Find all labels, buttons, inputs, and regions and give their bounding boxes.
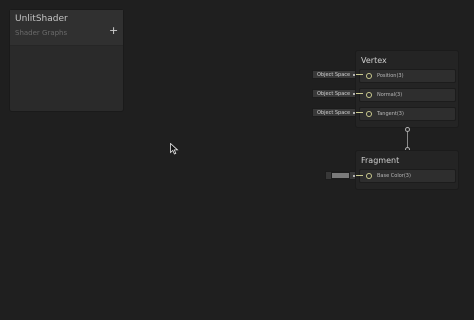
space-drawer-normal[interactable]: Object Space [312,89,356,98]
input-port-icon[interactable] [366,92,372,98]
blackboard-subtitle: Shader Graphs [15,29,68,37]
drawer-dot-icon [353,175,355,177]
drawer-dot-icon [353,112,355,114]
block-node-label: Base Color(3) [377,173,411,179]
drawer-wire [356,74,363,75]
drawer-wire [356,112,363,113]
space-drawer-label: Object Space [317,72,351,78]
block-node-label: Position(3) [377,73,404,79]
input-port-icon[interactable] [366,111,372,117]
input-port-icon[interactable] [366,173,372,179]
fragment-context-title: Fragment [361,156,400,165]
graph-canvas[interactable]: UnlitShader Shader Graphs + Vertex Posit… [0,0,474,320]
space-drawer-tangent[interactable]: Object Space [312,108,356,117]
vertex-output-port-icon[interactable] [405,127,410,132]
color-swatch[interactable] [331,172,350,179]
drawer-dot-icon [353,93,355,95]
mouse-cursor-icon [170,143,179,155]
block-node-normal[interactable]: Normal(3) [359,88,456,102]
space-drawer-label: Object Space [317,91,351,97]
block-node-label: Normal(3) [377,92,403,98]
add-property-button[interactable]: + [109,25,118,36]
blackboard-header: UnlitShader Shader Graphs + [10,10,123,46]
blackboard-title: UnlitShader [15,14,68,24]
drawer-wire [356,175,363,176]
block-node-base-color[interactable]: Base Color(3) [359,169,456,183]
space-drawer-label: Object Space [317,110,351,116]
block-node-tangent[interactable]: Tangent(3) [359,107,456,121]
fragment-context[interactable]: Fragment Base Color(3) [355,150,459,190]
vertex-context[interactable]: Vertex Position(3) Normal(3) Tangent(3) [355,50,459,128]
input-port-icon[interactable] [366,73,372,79]
block-node-label: Tangent(3) [377,111,404,117]
block-node-position[interactable]: Position(3) [359,69,456,83]
drawer-dot-icon [353,74,355,76]
base-color-drawer[interactable] [325,171,356,180]
blackboard-panel[interactable]: UnlitShader Shader Graphs + [9,9,124,112]
vertex-context-title: Vertex [361,56,387,65]
space-drawer-position[interactable]: Object Space [312,70,356,79]
drawer-wire [356,93,363,94]
